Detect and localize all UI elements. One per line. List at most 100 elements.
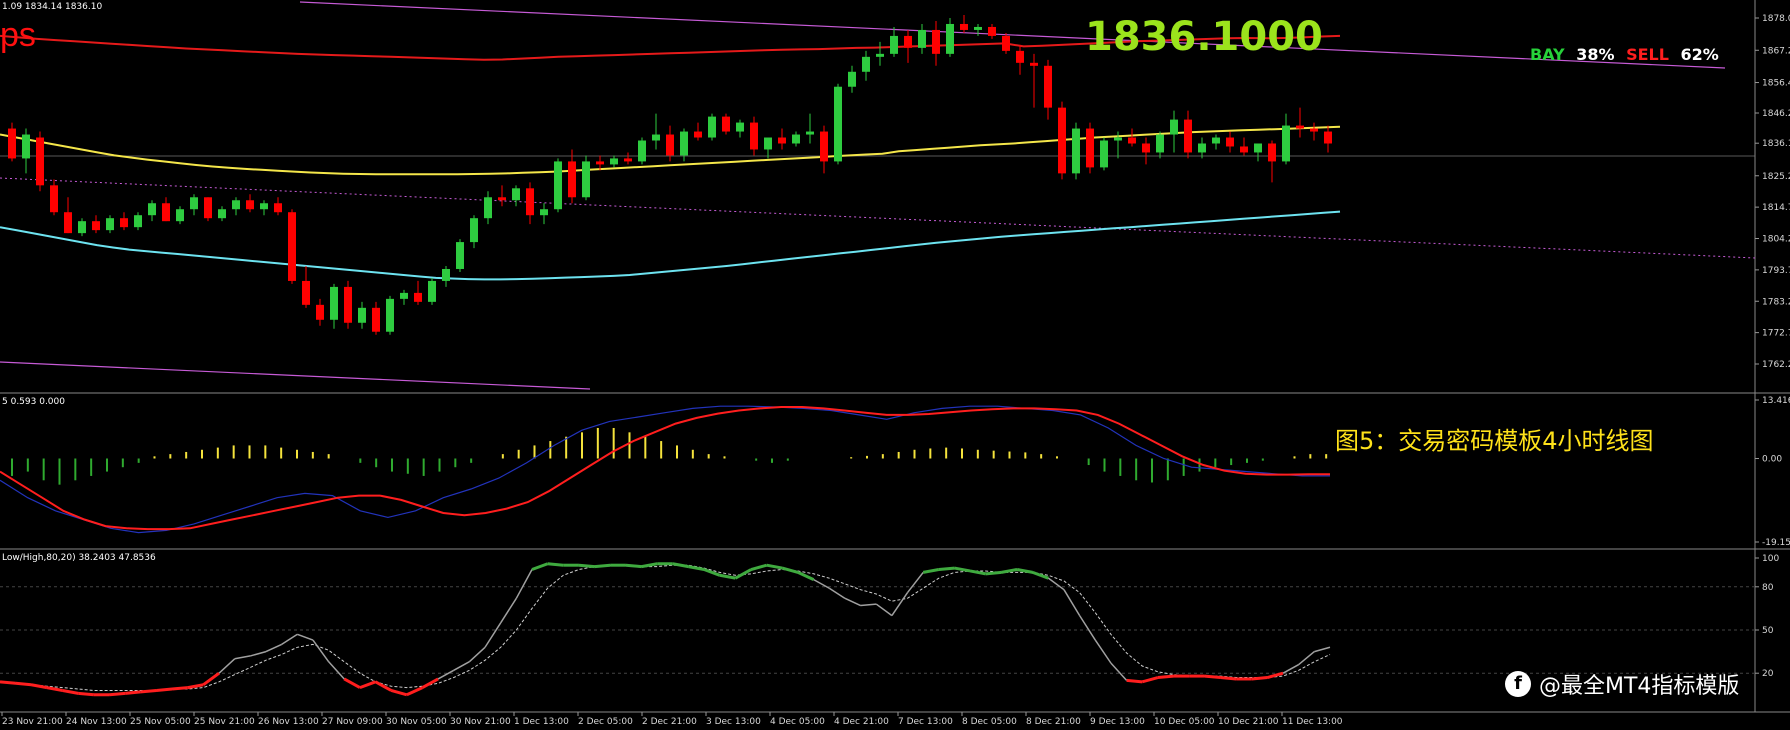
candle [904, 29, 912, 63]
time-axis-label: 11 Dec 13:00 [1282, 717, 1343, 727]
candle-body [484, 197, 492, 219]
candle [92, 215, 100, 234]
candle [736, 119, 744, 138]
stoch-main-segment [1141, 676, 1159, 684]
candle-body [680, 131, 688, 156]
candle [8, 122, 16, 162]
candle [50, 179, 58, 216]
candle [358, 301, 366, 329]
candle-body [1240, 146, 1248, 153]
candle-body [1100, 140, 1108, 168]
candle [1240, 137, 1248, 156]
candle [722, 113, 730, 135]
candle [694, 122, 702, 141]
candle [176, 206, 184, 225]
price-axis-label: 1804.20 [1762, 235, 1790, 245]
candle [890, 26, 898, 57]
stoch-main-segment [1267, 671, 1284, 679]
macd-axis-label: 0.00 [1762, 454, 1782, 464]
stoch-main-segment [766, 563, 783, 570]
candle-body [694, 131, 702, 138]
stoch-main-segment [1282, 663, 1300, 674]
stoch-main-segment [202, 671, 220, 686]
candle-body [960, 23, 968, 30]
candle-body [442, 268, 450, 281]
candle [1170, 110, 1178, 153]
candle [1254, 143, 1262, 162]
candle [120, 212, 128, 231]
candle [568, 149, 576, 204]
candle-body [988, 26, 996, 36]
stoch-main-segment [468, 646, 486, 663]
time-axis-label: 2 Dec 05:00 [578, 717, 633, 727]
candle-body [610, 158, 618, 165]
stoch-main-segment [140, 688, 157, 694]
stoch-main-segment [531, 562, 549, 571]
candle-body [596, 161, 604, 165]
candle-body [1282, 125, 1290, 162]
candle-body [666, 134, 674, 156]
time-axis-label: 25 Nov 21:00 [194, 717, 255, 727]
candle [246, 194, 254, 213]
candle-body [624, 158, 632, 162]
price-axis-label: 1762.20 [1762, 360, 1790, 370]
candle [512, 185, 520, 207]
candle-body [316, 304, 324, 320]
stoch-main-segment [1110, 662, 1128, 681]
stoch-main-segment [875, 603, 893, 617]
price-axis-label: 1846.20 [1762, 109, 1790, 119]
stoch-main-segment [578, 563, 595, 569]
stoch-main-segment [125, 690, 141, 695]
candle-body [78, 221, 86, 234]
stoch-main-segment [922, 568, 940, 574]
candle-body [792, 134, 800, 144]
candle [1268, 140, 1276, 183]
candle [190, 194, 198, 216]
macd-panel[interactable] [0, 405, 1330, 534]
candle-body [1142, 143, 1150, 153]
candle-body [302, 280, 310, 305]
candle-body [190, 197, 198, 210]
candle-body [1254, 143, 1262, 153]
candle-body [904, 35, 912, 48]
candle [442, 265, 450, 287]
candle-body [428, 280, 436, 302]
price-panel[interactable] [0, 1, 1756, 390]
candle-body [204, 197, 212, 219]
candle-body [736, 122, 744, 132]
candle [680, 128, 688, 162]
time-axis-label: 10 Dec 21:00 [1218, 717, 1279, 727]
time-axis-label: 10 Dec 05:00 [1154, 717, 1215, 727]
stoch-main-segment [688, 565, 705, 571]
stoch-main-segment [406, 686, 424, 697]
stoch-main-segment [78, 691, 95, 697]
candle-body [1310, 128, 1318, 132]
time-axis-label: 30 Nov 05:00 [386, 717, 447, 727]
stoch-main-segment [297, 633, 314, 641]
candle [1030, 53, 1038, 108]
stoch-main-segment [500, 597, 517, 624]
chart-canvas[interactable]: 1878.00 1867.20 1856.40 1846.20 1836.10 1825.… [0, 0, 1790, 730]
candle [470, 215, 478, 249]
candle-body [274, 203, 282, 213]
candle-body [512, 188, 520, 201]
candle [1184, 110, 1192, 159]
candle-body [974, 26, 982, 30]
candle-body [778, 137, 786, 144]
candle-body [582, 161, 590, 198]
stoch-main-segment [860, 603, 877, 607]
stoch-main-segment [234, 655, 251, 660]
stoch-main-segment [1094, 639, 1112, 664]
candle-body [148, 203, 156, 216]
stoch-main-segment [1314, 646, 1331, 653]
mt4-chart-window[interactable]: 1878.00 1867.20 1856.40 1846.20 1836.10 1825.… [0, 0, 1790, 730]
stoch-main-segment [1204, 674, 1221, 680]
stochastic-panel[interactable] [0, 562, 1755, 697]
stoch-main-segment [484, 622, 502, 648]
candle-body [820, 131, 828, 162]
candle [582, 155, 590, 201]
candle-body [876, 53, 884, 57]
watermark-logo-icon: f [1505, 671, 1531, 697]
sell-percent: 62% [1680, 45, 1719, 64]
buy-label: BAY [1530, 45, 1565, 64]
